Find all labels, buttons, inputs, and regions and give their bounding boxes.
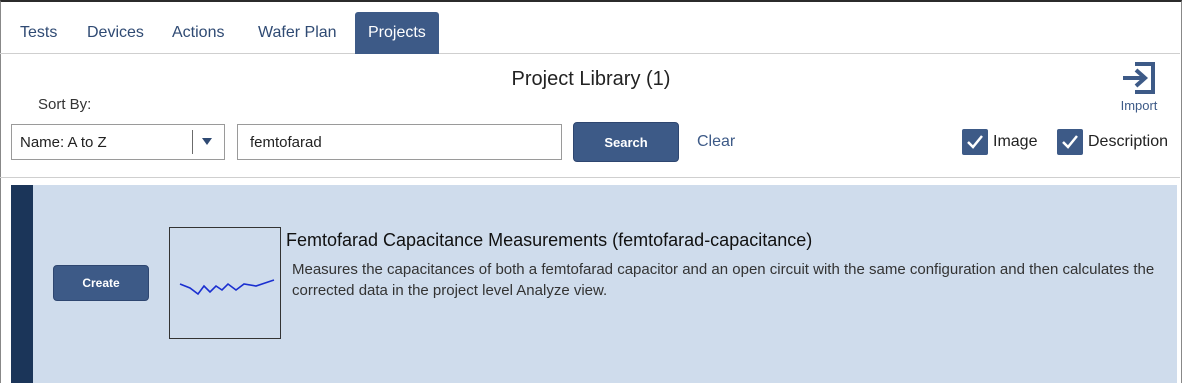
image-checkbox[interactable]	[962, 129, 988, 155]
import-icon	[1123, 62, 1155, 94]
project-title[interactable]: Femtofarad Capacitance Measurements (fem…	[286, 230, 812, 251]
tab-wafer-plan[interactable]: Wafer Plan	[258, 12, 337, 54]
tab-tests[interactable]: Tests	[20, 12, 57, 54]
show-description-toggle[interactable]: Description	[1057, 128, 1168, 156]
chevron-down-icon[interactable]	[202, 138, 212, 145]
project-result-item: Create Femtofarad Capacitance Measuremen…	[11, 185, 1177, 383]
search-button[interactable]: Search	[573, 122, 679, 162]
sort-select[interactable]: Name: A to Z	[11, 124, 225, 160]
description-checkbox[interactable]	[1057, 129, 1083, 155]
checkmark-icon	[1062, 135, 1078, 149]
tab-bar: Tests Devices Actions Wafer Plan Project…	[0, 2, 1180, 54]
sort-by-label: Sort By:	[38, 96, 92, 113]
header-divider	[0, 177, 1180, 178]
create-button[interactable]: Create	[53, 265, 149, 301]
project-thumbnail	[169, 227, 281, 339]
description-checkbox-label: Description	[1088, 133, 1169, 150]
clear-link[interactable]: Clear	[697, 133, 735, 151]
selection-stripe	[11, 185, 33, 383]
show-image-toggle[interactable]: Image	[962, 128, 1037, 156]
image-checkbox-label: Image	[993, 133, 1038, 150]
page-title: Project Library (1)	[511, 68, 671, 90]
tab-projects[interactable]: Projects	[355, 12, 439, 54]
import-button[interactable]: Import	[1110, 58, 1168, 120]
import-label: Import	[1120, 98, 1158, 113]
search-input[interactable]	[237, 124, 562, 160]
tab-devices[interactable]: Devices	[87, 12, 144, 54]
project-description: Measures the capacitances of both a femt…	[292, 261, 1155, 299]
capacitor-waveform-icon	[179, 279, 275, 296]
sort-select-value: Name: A to Z	[20, 134, 107, 151]
checkmark-icon	[967, 135, 983, 149]
select-divider	[192, 130, 193, 154]
tab-actions[interactable]: Actions	[172, 12, 224, 54]
